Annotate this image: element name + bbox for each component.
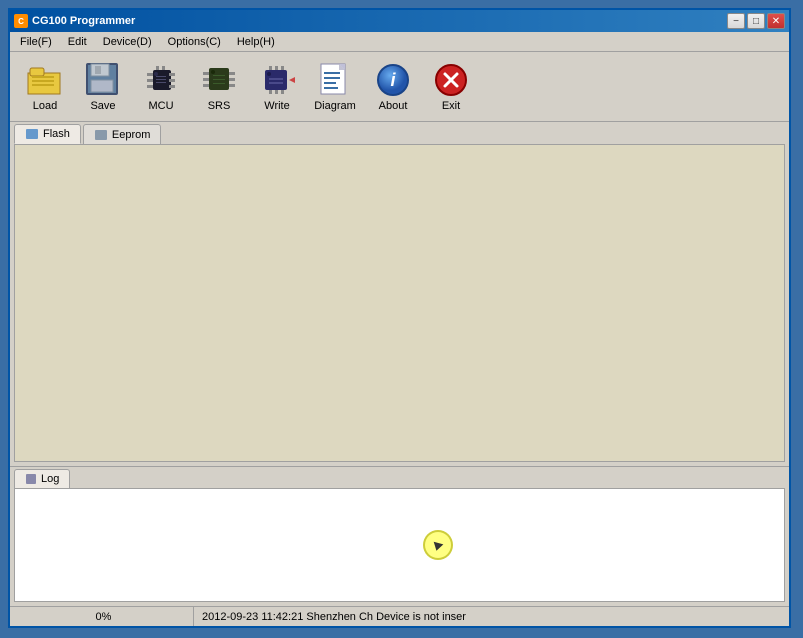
write-icon bbox=[259, 62, 295, 98]
mcu-icon bbox=[143, 62, 179, 98]
main-display bbox=[14, 144, 785, 462]
menu-help[interactable]: Help(H) bbox=[229, 34, 283, 50]
write-button[interactable]: Write bbox=[250, 57, 304, 117]
about-label: About bbox=[379, 100, 408, 112]
progress-text: 0% bbox=[96, 611, 112, 623]
titlebar: C CG100 Programmer − □ ✕ bbox=[10, 10, 789, 32]
menu-edit[interactable]: Edit bbox=[60, 34, 95, 50]
tab-flash-label: Flash bbox=[43, 128, 70, 140]
minimize-button[interactable]: − bbox=[727, 13, 745, 29]
load-icon bbox=[27, 62, 63, 98]
save-icon bbox=[85, 62, 121, 98]
exit-button[interactable]: Exit bbox=[424, 57, 478, 117]
about-button[interactable]: i About bbox=[366, 57, 420, 117]
toolbar: Load Save bbox=[10, 52, 789, 122]
titlebar-controls: − □ ✕ bbox=[727, 13, 785, 29]
tab-log[interactable]: Log bbox=[14, 469, 70, 488]
diagram-button[interactable]: Diagram bbox=[308, 57, 362, 117]
diagram-icon bbox=[317, 62, 353, 98]
maximize-button[interactable]: □ bbox=[747, 13, 765, 29]
main-window: C CG100 Programmer − □ ✕ File(F) Edit De… bbox=[8, 8, 791, 628]
load-button[interactable]: Load bbox=[18, 57, 72, 117]
main-tab-bar: Flash Eeprom bbox=[10, 122, 789, 144]
menu-options[interactable]: Options(C) bbox=[160, 34, 229, 50]
menu-device[interactable]: Device(D) bbox=[95, 34, 160, 50]
cursor-indicator bbox=[423, 530, 453, 560]
content-area: Flash Eeprom Log bbox=[10, 122, 789, 606]
save-label: Save bbox=[90, 100, 115, 112]
statusbar: 0% 2012-09-23 11:42:21 Shenzhen Ch Devic… bbox=[10, 606, 789, 626]
tab-flash[interactable]: Flash bbox=[14, 124, 81, 144]
log-tab-bar: Log bbox=[10, 467, 789, 488]
status-message-text: 2012-09-23 11:42:21 Shenzhen Ch Device i… bbox=[202, 611, 466, 623]
menu-file[interactable]: File(F) bbox=[12, 34, 60, 50]
app-icon: C bbox=[14, 14, 28, 28]
log-content bbox=[14, 488, 785, 602]
menubar: File(F) Edit Device(D) Options(C) Help(H… bbox=[10, 32, 789, 52]
exit-label: Exit bbox=[442, 100, 460, 112]
log-section: Log bbox=[10, 466, 789, 606]
exit-icon bbox=[433, 62, 469, 98]
about-icon: i bbox=[375, 62, 411, 98]
window-title: CG100 Programmer bbox=[32, 15, 135, 27]
status-progress: 0% bbox=[14, 607, 194, 626]
srs-label: SRS bbox=[208, 100, 231, 112]
diagram-label: Diagram bbox=[314, 100, 356, 112]
tab-eeprom-label: Eeprom bbox=[112, 129, 151, 141]
tab-eeprom[interactable]: Eeprom bbox=[83, 124, 162, 144]
srs-icon bbox=[201, 62, 237, 98]
load-label: Load bbox=[33, 100, 57, 112]
status-message: 2012-09-23 11:42:21 Shenzhen Ch Device i… bbox=[194, 607, 785, 626]
close-button[interactable]: ✕ bbox=[767, 13, 785, 29]
mcu-button[interactable]: MCU bbox=[134, 57, 188, 117]
mcu-label: MCU bbox=[148, 100, 173, 112]
srs-button[interactable]: SRS bbox=[192, 57, 246, 117]
cursor-arrow bbox=[432, 542, 444, 552]
log-tab-label: Log bbox=[41, 473, 59, 485]
write-label: Write bbox=[264, 100, 289, 112]
save-button[interactable]: Save bbox=[76, 57, 130, 117]
